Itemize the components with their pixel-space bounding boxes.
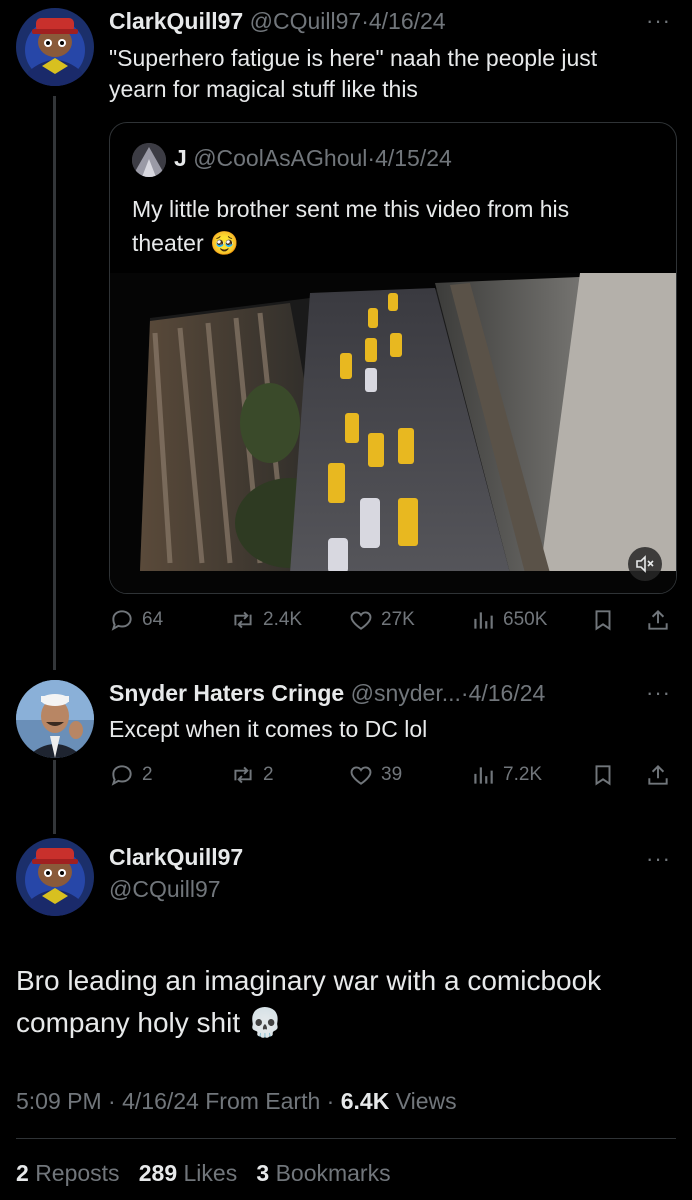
reply-button[interactable]: 64 — [109, 607, 163, 633]
like-button[interactable]: 27K — [348, 607, 415, 633]
separator: · — [108, 1088, 116, 1114]
bookmarks-count: 3 — [256, 1160, 270, 1186]
quote-date: 4/15/24 — [375, 145, 452, 171]
main-text-line-2: company holy shit — [16, 1007, 241, 1038]
quote-text: My little brother sent me this video fro… — [132, 192, 662, 260]
quote-display-name: J — [174, 145, 187, 171]
views-count: 650K — [503, 609, 548, 630]
share-button[interactable] — [645, 762, 671, 788]
repost-count: 2.4K — [263, 609, 303, 630]
views-button[interactable]: 7.2K — [470, 762, 542, 788]
share-icon — [648, 764, 668, 785]
main-tweet-text: Bro leading an imaginary war with a comi… — [16, 960, 676, 1044]
quote-text-line-2: theater — [132, 230, 204, 256]
main-handle[interactable]: @CQuill97 — [109, 876, 221, 903]
share-icon — [648, 609, 668, 630]
likes-stat[interactable]: 289 Likes — [139, 1160, 237, 1186]
quote-avatar — [132, 143, 166, 177]
divider — [16, 1138, 676, 1139]
tweet-text: Except when it comes to DC lol — [109, 716, 428, 742]
tweet-time[interactable]: 5:09 PM — [16, 1088, 102, 1114]
like-button[interactable]: 39 — [348, 762, 402, 788]
reposts-label: Reposts — [35, 1160, 120, 1186]
tweet-text-line-2: yearn for magical stuff like this — [109, 76, 418, 102]
avatar[interactable] — [16, 838, 94, 916]
more-options-icon[interactable]: ··· — [646, 680, 671, 706]
quote-header: J @CoolAsAGhoul·4/15/24 — [174, 145, 452, 172]
video-player[interactable] — [110, 273, 676, 593]
like-count: 27K — [381, 609, 415, 630]
tweet-header: Snyder Haters Cringe @snyder...·4/16/24 — [109, 680, 545, 707]
separator: · — [367, 145, 376, 171]
handle[interactable]: @CQuill97 — [250, 8, 362, 34]
reply-count: 2 — [142, 764, 153, 785]
skull-emoji: 💀 — [247, 1007, 283, 1038]
tweet-text-line-1: "Superhero fatigue is here" naah the peo… — [109, 45, 598, 71]
bookmark-icon — [595, 610, 611, 631]
separator: · — [326, 1088, 335, 1114]
pleading-face-emoji: 🥹 — [210, 230, 239, 256]
views-count: 7.2K — [503, 764, 543, 785]
thread-line-2 — [53, 760, 56, 834]
reposts-stat[interactable]: 2 Reposts — [16, 1160, 120, 1186]
separator: · — [460, 680, 469, 706]
display-name[interactable]: Snyder Haters Cringe — [109, 680, 344, 706]
bookmarks-label: Bookmarks — [275, 1160, 391, 1186]
separator: · — [361, 8, 369, 34]
repost-icon — [234, 766, 252, 784]
likes-count: 289 — [138, 1160, 178, 1186]
quote-handle: @CoolAsAGhoul — [193, 145, 368, 171]
bookmarks-stat[interactable]: 3 Bookmarks — [256, 1160, 390, 1186]
reply-icon — [111, 765, 132, 786]
reply-count: 64 — [142, 609, 164, 630]
video-frame — [110, 273, 676, 593]
tweet-text: "Superhero fatigue is here" naah the peo… — [109, 43, 679, 105]
avatar[interactable] — [16, 680, 94, 758]
like-count: 39 — [381, 764, 403, 785]
likes-label: Likes — [183, 1160, 238, 1186]
views-label: Views — [395, 1088, 457, 1114]
views-icon — [474, 767, 493, 784]
bookmark-button[interactable] — [590, 762, 616, 788]
like-icon — [350, 611, 372, 630]
views-count: 6.4K — [340, 1088, 390, 1114]
views-icon — [474, 612, 493, 629]
thread-line-1 — [53, 96, 56, 670]
more-options-icon[interactable]: ··· — [646, 8, 671, 34]
like-icon — [350, 766, 372, 785]
tweet-header: ClarkQuill97 @CQuill97·4/16/24 — [109, 8, 446, 35]
handle[interactable]: @snyder... — [351, 680, 461, 706]
mute-icon — [636, 555, 654, 573]
mute-button[interactable] — [628, 547, 662, 581]
quoted-tweet[interactable]: J @CoolAsAGhoul·4/15/24 My little brothe… — [109, 122, 677, 594]
repost-count: 2 — [263, 764, 274, 785]
display-name[interactable]: ClarkQuill97 — [109, 8, 243, 34]
repost-button[interactable]: 2.4K — [230, 607, 302, 633]
views-button[interactable]: 650K — [470, 607, 547, 633]
avatar[interactable] — [16, 8, 94, 86]
tweet-date[interactable]: 4/16/24 — [469, 680, 546, 706]
repost-icon — [234, 611, 252, 629]
reposts-count: 2 — [16, 1160, 29, 1186]
bookmark-button[interactable] — [590, 607, 616, 633]
main-display-name[interactable]: ClarkQuill97 — [109, 844, 243, 871]
share-button[interactable] — [645, 607, 671, 633]
bookmark-icon — [595, 765, 611, 786]
tweet-location: From Earth — [205, 1088, 321, 1114]
tweet-date[interactable]: 4/16/24 — [122, 1088, 199, 1114]
repost-button[interactable]: 2 — [230, 762, 274, 788]
tweet-metadata: 5:09 PM · 4/16/24 From Earth · 6.4K View… — [16, 1088, 457, 1115]
tweet-date[interactable]: 4/16/24 — [369, 8, 446, 34]
more-options-icon[interactable]: ··· — [646, 846, 671, 872]
quote-text-line-1: My little brother sent me this video fro… — [132, 196, 570, 222]
reply-icon — [111, 610, 132, 631]
engagement-stats: 2 Reposts 289 Likes 3 Bookmarks — [16, 1160, 391, 1187]
main-text-line-1: Bro leading an imaginary war with a comi… — [16, 965, 602, 996]
reply-button[interactable]: 2 — [109, 762, 153, 788]
